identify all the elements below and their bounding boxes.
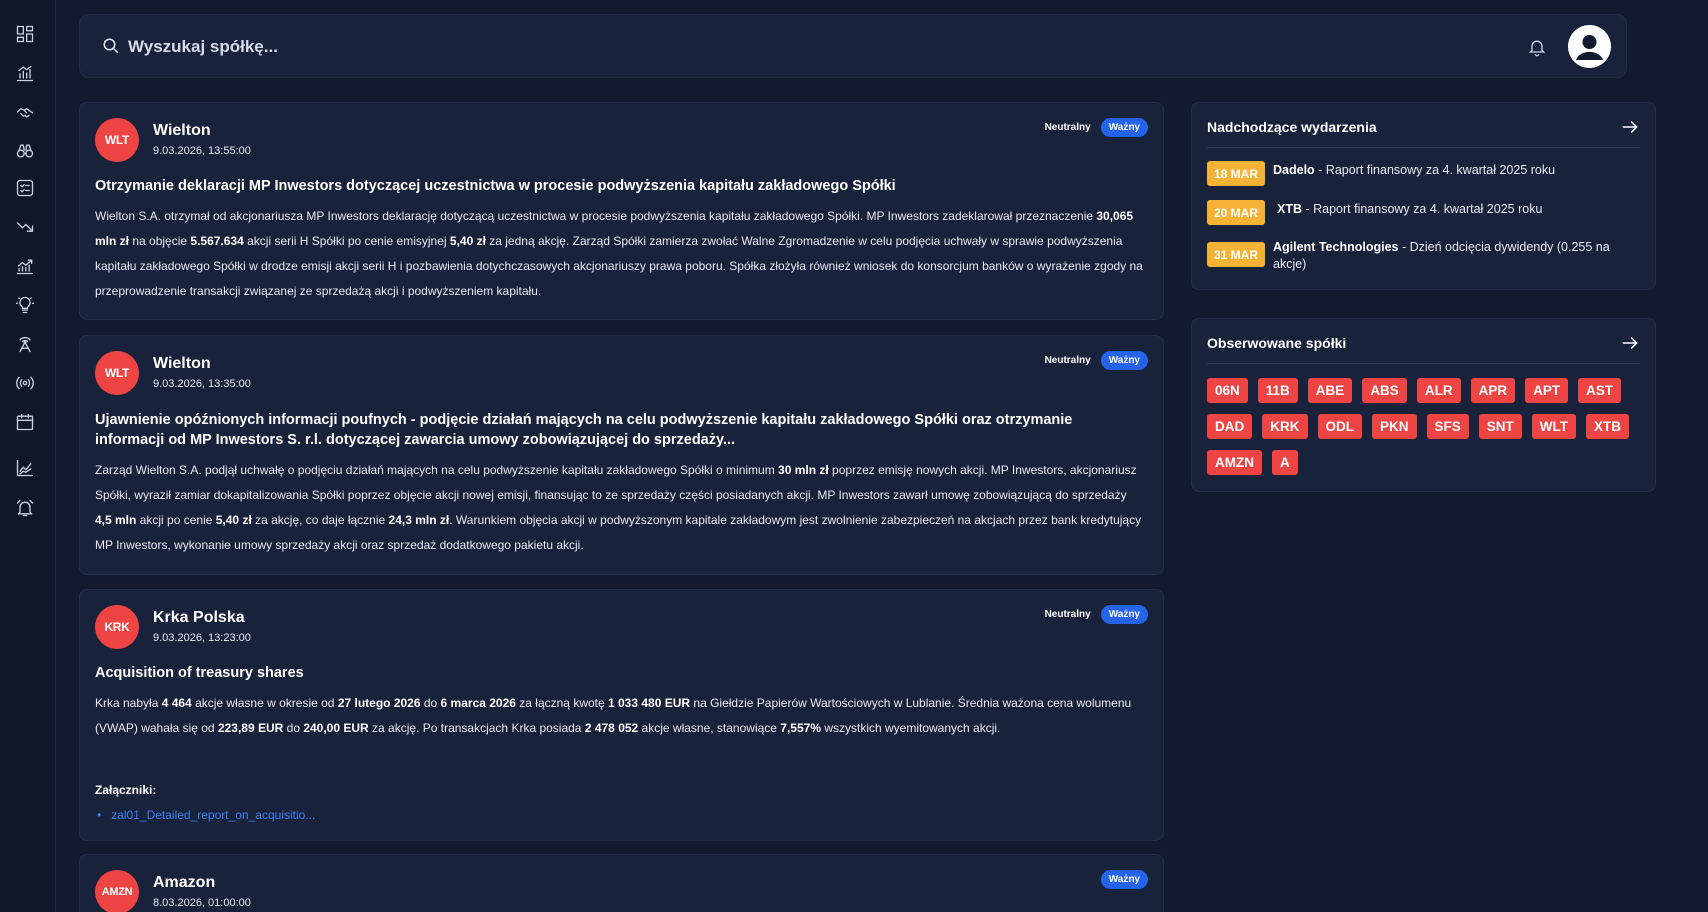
company-name[interactable]: Krka Polska bbox=[153, 609, 245, 627]
ticker-chip[interactable]: ABS bbox=[1362, 378, 1407, 403]
bell-alarm-icon[interactable] bbox=[14, 497, 36, 519]
divider bbox=[1207, 147, 1640, 148]
importance-badge: Ważny bbox=[1100, 351, 1148, 370]
trend-down-icon[interactable] bbox=[14, 216, 36, 238]
importance-badge: Ważny bbox=[1100, 870, 1148, 889]
ticker-chip[interactable]: ABE bbox=[1307, 378, 1353, 403]
company-logo: WLT bbox=[95, 351, 139, 395]
news-date: 8.03.2026, 01:00:00 bbox=[153, 897, 251, 909]
news-body: Zarząd Wielton S.A. podjął uchwałę o pod… bbox=[95, 463, 1142, 552]
lightbulb-icon[interactable] bbox=[14, 294, 36, 316]
panel-title: Nadchodzące wydarzenia bbox=[1207, 119, 1377, 135]
handshake-icon[interactable] bbox=[14, 101, 36, 123]
ticker-chip[interactable]: SFS bbox=[1426, 414, 1469, 439]
top-bar bbox=[79, 14, 1627, 78]
ticker-list: 06N 11B ABE ABS ALR APR APT AST DAD KRK … bbox=[1207, 378, 1637, 475]
event-description: - Raport finansowy za 4. kwartał 2025 ro… bbox=[1302, 202, 1543, 216]
ticker-chip[interactable]: SNT bbox=[1478, 414, 1522, 439]
ticker-chip[interactable]: WLT bbox=[1531, 414, 1577, 439]
event-item[interactable]: 18 MAR Dadelo - Raport finansowy za 4. k… bbox=[1207, 161, 1635, 186]
ticker-chip[interactable]: APT bbox=[1525, 378, 1569, 403]
news-title[interactable]: Otrzymanie deklaracji MP Inwestors dotyc… bbox=[95, 176, 1143, 196]
importance-badge: Ważny bbox=[1100, 605, 1148, 624]
company-name[interactable]: Wielton bbox=[153, 355, 211, 373]
company-name[interactable]: Wielton bbox=[153, 122, 211, 140]
ticker-chip[interactable]: AMZN bbox=[1207, 450, 1262, 475]
divider bbox=[1207, 363, 1640, 364]
ticker-chip[interactable]: ALR bbox=[1416, 378, 1461, 403]
panel-title: Obserwowane spółki bbox=[1207, 335, 1347, 351]
event-description: - Raport finansowy za 4. kwartał 2025 ro… bbox=[1314, 163, 1556, 177]
news-card[interactable]: AMZN Amazon 8.03.2026, 01:00:00 Ważny bbox=[79, 854, 1164, 912]
trend-up-icon[interactable] bbox=[14, 255, 36, 277]
company-logo: AMZN bbox=[95, 870, 139, 912]
news-card[interactable]: WLT Wielton 9.03.2026, 13:35:00 Neutraln… bbox=[79, 335, 1164, 575]
event-item[interactable]: 31 MAR Agilent Technologies - Dzień odci… bbox=[1207, 238, 1635, 273]
calendar-icon[interactable] bbox=[14, 411, 36, 433]
notification-bell-icon[interactable] bbox=[1527, 37, 1547, 57]
sentiment-badge: Neutralny bbox=[1044, 122, 1091, 133]
ticker-chip[interactable]: XTB bbox=[1586, 414, 1630, 439]
area-chart-icon[interactable] bbox=[14, 457, 36, 479]
ticker-chip[interactable]: ODL bbox=[1317, 414, 1362, 439]
news-date: 9.03.2026, 13:23:00 bbox=[153, 632, 251, 644]
ticker-chip[interactable]: 06N bbox=[1207, 378, 1248, 403]
avatar[interactable] bbox=[1568, 25, 1611, 68]
ticker-chip[interactable]: AST bbox=[1578, 378, 1622, 403]
news-body: Wielton S.A. otrzymał od akcjonariusza M… bbox=[95, 209, 1143, 298]
search-input[interactable] bbox=[128, 31, 828, 63]
broadcast-icon[interactable] bbox=[14, 372, 36, 394]
news-body: Krka nabyła 4 464 akcje własne w okresie… bbox=[95, 696, 1132, 735]
sentiment-badge: Neutralny bbox=[1044, 609, 1091, 620]
news-date: 9.03.2026, 13:35:00 bbox=[153, 378, 251, 390]
event-item[interactable]: 20 MAR XTB - Raport finansowy za 4. kwar… bbox=[1207, 200, 1635, 225]
news-card[interactable]: KRK Krka Polska 9.03.2026, 13:23:00 Neut… bbox=[79, 589, 1164, 841]
attachment-link[interactable]: zal01_Detailed_report_on_acquisitio... bbox=[97, 808, 315, 822]
event-date: 18 MAR bbox=[1207, 161, 1265, 186]
search-icon bbox=[102, 37, 120, 55]
upcoming-events-panel: Nadchodzące wydarzenia 18 MAR Dadelo - R… bbox=[1191, 102, 1656, 290]
dashboard-icon[interactable] bbox=[14, 23, 36, 45]
ticker-chip[interactable]: APR bbox=[1470, 378, 1516, 403]
event-date: 20 MAR bbox=[1207, 200, 1265, 225]
event-company: XTB bbox=[1277, 202, 1302, 216]
arrow-right-icon[interactable] bbox=[1620, 333, 1640, 353]
radar-tower-icon[interactable] bbox=[14, 333, 36, 355]
company-logo: WLT bbox=[95, 118, 139, 162]
ticker-chip[interactable]: A bbox=[1272, 450, 1298, 475]
event-company: Agilent Technologies bbox=[1273, 240, 1399, 254]
sidebar bbox=[0, 0, 56, 912]
news-card[interactable]: WLT Wielton 9.03.2026, 13:55:00 Neutraln… bbox=[79, 102, 1164, 320]
bar-chart-icon[interactable] bbox=[14, 62, 36, 84]
sentiment-badge: Neutralny bbox=[1044, 355, 1091, 366]
ticker-chip[interactable]: PKN bbox=[1372, 414, 1417, 439]
company-logo: KRK bbox=[95, 605, 139, 649]
ticker-chip[interactable]: 11B bbox=[1257, 378, 1298, 403]
company-name[interactable]: Amazon bbox=[153, 874, 215, 892]
importance-badge: Ważny bbox=[1100, 118, 1148, 137]
ticker-chip[interactable]: DAD bbox=[1207, 414, 1253, 439]
attachments-label: Załączniki: bbox=[95, 783, 157, 797]
binoculars-icon[interactable] bbox=[14, 140, 36, 162]
event-date: 31 MAR bbox=[1207, 242, 1265, 267]
news-title[interactable]: Ujawnienie opóźnionych informacji poufny… bbox=[95, 410, 1143, 450]
arrow-right-icon[interactable] bbox=[1620, 117, 1640, 137]
checklist-icon[interactable] bbox=[14, 177, 36, 199]
event-company: Dadelo bbox=[1273, 163, 1315, 177]
ticker-chip[interactable]: KRK bbox=[1262, 414, 1308, 439]
news-date: 9.03.2026, 13:55:00 bbox=[153, 145, 251, 157]
watchlist-panel: Obserwowane spółki 06N 11B ABE ABS ALR A… bbox=[1191, 318, 1656, 492]
news-title[interactable]: Acquisition of treasury shares bbox=[95, 663, 1143, 683]
